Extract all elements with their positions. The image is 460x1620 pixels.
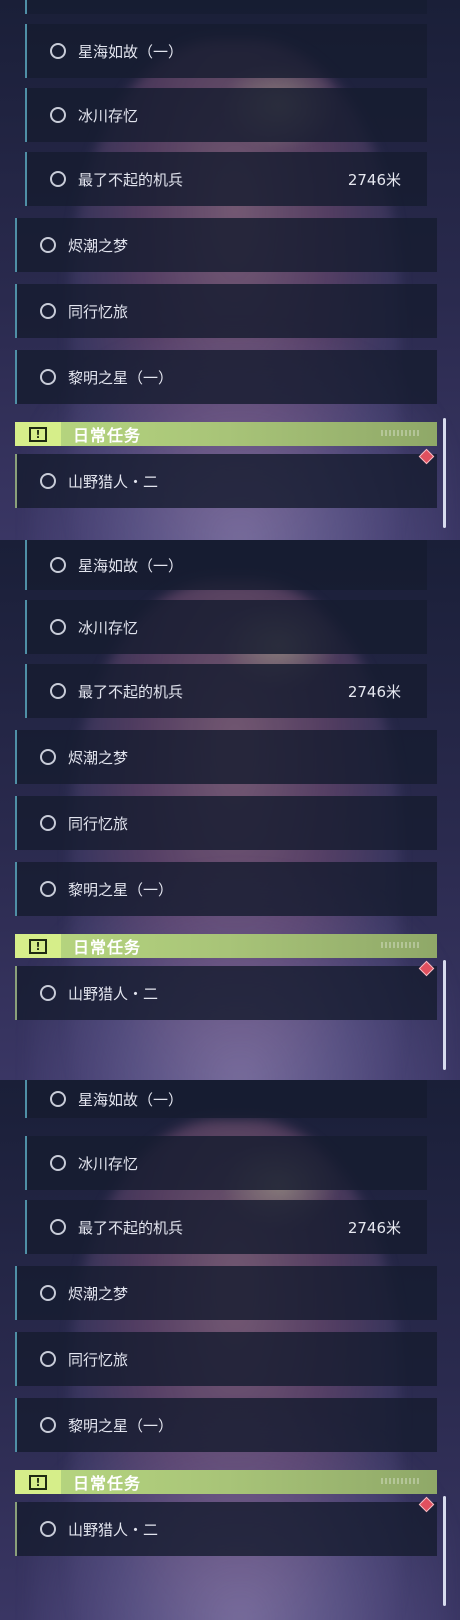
quest-label: 星海如故（一） [78, 1090, 184, 1109]
daily-tasks-title: 日常任务 [73, 426, 142, 445]
quest-status-circle-icon [40, 1285, 56, 1301]
quest-status-circle-icon [40, 881, 56, 897]
quest-row[interactable]: 最了不起的机兵 2746米 [25, 152, 427, 206]
quest-panel-1: 星海如故（一） 冰川存忆 最了不起的机兵 2746米 烬潮之梦 同行忆旅 黎明之… [0, 0, 460, 540]
daily-tasks-header[interactable]: ! 日常任务 [15, 1470, 437, 1494]
quest-label: 烬潮之梦 [68, 748, 129, 767]
daily-quest-row[interactable]: 山野猎人・二 [15, 454, 437, 508]
quest-row[interactable]: 冰川存忆 [25, 88, 427, 142]
quest-label: 冰川存忆 [78, 1154, 139, 1173]
quest-label: 最了不起的机兵 [78, 170, 184, 189]
quest-label: 烬潮之梦 [68, 236, 129, 255]
exclamation-icon: ! [15, 1470, 61, 1494]
quest-row[interactable]: 星海如故（一） [25, 24, 427, 78]
quest-label: 山野猎人・二 [68, 472, 159, 491]
quest-row[interactable]: 冰川存忆 [25, 600, 427, 654]
daily-tasks-header[interactable]: ! 日常任务 [15, 934, 437, 958]
scrollbar-thumb[interactable] [443, 418, 446, 528]
quest-status-circle-icon [40, 1351, 56, 1367]
quest-row[interactable]: 烬潮之梦 [15, 730, 437, 784]
quest-distance: 2746米 [347, 683, 401, 701]
quest-label: 星海如故（一） [78, 42, 184, 61]
quest-row[interactable]: 星海如故（一） [25, 1080, 427, 1118]
quest-panel-2: 星海如故（一） 冰川存忆 最了不起的机兵 2746米 烬潮之梦 同行忆旅 黎明之… [0, 540, 460, 1080]
quest-label: 最了不起的机兵 [78, 1218, 184, 1237]
quest-label: 冰川存忆 [78, 106, 139, 125]
quest-status-circle-icon [40, 749, 56, 765]
quest-status-circle-icon [50, 171, 66, 187]
quest-status-circle-icon [40, 237, 56, 253]
quest-label: 同行忆旅 [68, 302, 129, 321]
daily-quest-row[interactable]: 山野猎人・二 [15, 1502, 437, 1556]
quest-row[interactable]: 烬潮之梦 [15, 218, 437, 272]
quest-row[interactable]: 同行忆旅 [15, 1332, 437, 1386]
quest-label: 星海如故（一） [78, 556, 184, 575]
quest-row[interactable]: 烬潮之梦 [15, 1266, 437, 1320]
quest-row[interactable]: 最了不起的机兵 2746米 [25, 664, 427, 718]
quest-label: 同行忆旅 [68, 814, 129, 833]
quest-row[interactable]: 星海如故（一） [25, 540, 427, 590]
header-decoration [381, 430, 421, 436]
daily-tasks-title: 日常任务 [73, 1474, 142, 1493]
quest-label: 山野猎人・二 [68, 1520, 159, 1539]
daily-tasks-title: 日常任务 [73, 938, 142, 957]
quest-distance: 2746米 [347, 171, 401, 189]
scrollbar-thumb[interactable] [443, 960, 446, 1070]
quest-row[interactable]: 黎明之星（一） [15, 1398, 437, 1452]
previous-row-edge [25, 0, 427, 14]
quest-row[interactable]: 黎明之星（一） [15, 350, 437, 404]
quest-row[interactable]: 最了不起的机兵 2746米 [25, 1200, 427, 1254]
quest-label: 黎明之星（一） [68, 368, 174, 387]
quest-row[interactable]: 同行忆旅 [15, 796, 437, 850]
quest-row[interactable]: 同行忆旅 [15, 284, 437, 338]
quest-status-circle-icon [50, 1091, 66, 1107]
header-decoration [381, 942, 421, 948]
quest-label: 最了不起的机兵 [78, 682, 184, 701]
quest-status-circle-icon [40, 473, 56, 489]
quest-label: 黎明之星（一） [68, 880, 174, 899]
exclamation-icon: ! [15, 934, 61, 958]
quest-status-circle-icon [40, 1417, 56, 1433]
quest-status-circle-icon [40, 985, 56, 1001]
quest-label: 冰川存忆 [78, 618, 139, 637]
quest-status-circle-icon [50, 1219, 66, 1235]
quest-status-circle-icon [40, 303, 56, 319]
quest-label: 烬潮之梦 [68, 1284, 129, 1303]
quest-label: 黎明之星（一） [68, 1416, 174, 1435]
quest-status-circle-icon [40, 369, 56, 385]
quest-distance: 2746米 [347, 1219, 401, 1237]
daily-tasks-header[interactable]: ! 日常任务 [15, 422, 437, 446]
quest-status-circle-icon [50, 557, 66, 573]
quest-status-circle-icon [40, 1521, 56, 1537]
quest-label: 同行忆旅 [68, 1350, 129, 1369]
quest-row[interactable]: 冰川存忆 [25, 1136, 427, 1190]
quest-status-circle-icon [50, 1155, 66, 1171]
exclamation-icon: ! [15, 422, 61, 446]
daily-quest-row[interactable]: 山野猎人・二 [15, 966, 437, 1020]
quest-status-circle-icon [50, 683, 66, 699]
quest-status-circle-icon [50, 107, 66, 123]
quest-status-circle-icon [50, 43, 66, 59]
quest-panel-3: 星海如故（一） 冰川存忆 最了不起的机兵 2746米 烬潮之梦 同行忆旅 黎明之… [0, 1080, 460, 1620]
quest-status-circle-icon [40, 815, 56, 831]
quest-status-circle-icon [50, 619, 66, 635]
quest-row[interactable]: 黎明之星（一） [15, 862, 437, 916]
quest-label: 山野猎人・二 [68, 984, 159, 1003]
scrollbar-thumb[interactable] [443, 1496, 446, 1606]
header-decoration [381, 1478, 421, 1484]
